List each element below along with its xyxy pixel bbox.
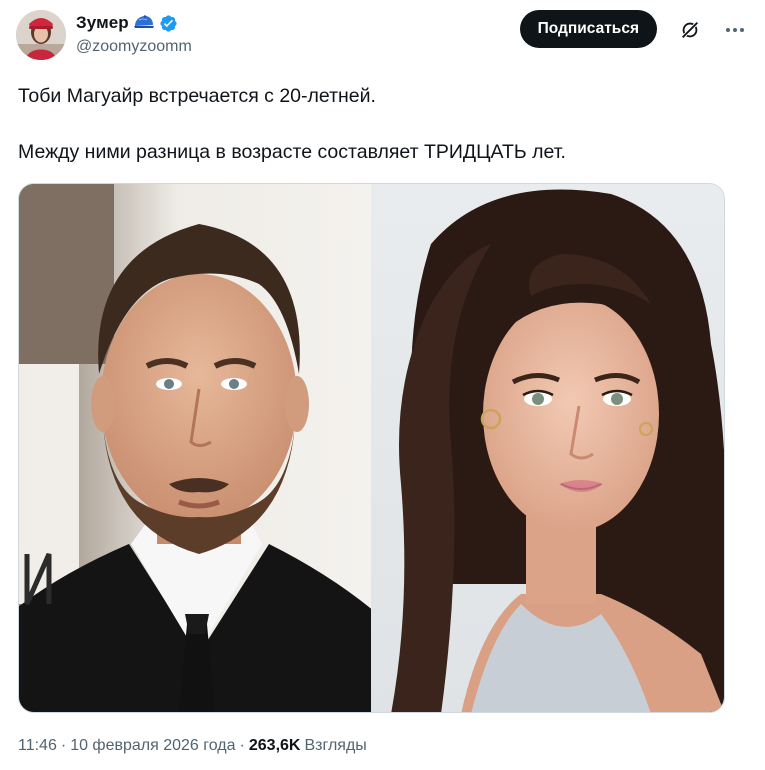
tweet-text: Тоби Магуайр встречается с 20-летней. Ме…	[18, 82, 738, 166]
tweet-date[interactable]: 10 февраля 2026 года	[70, 737, 235, 755]
name-row: Зумер	[76, 12, 192, 34]
author-names: Зумер @zoomyzoomm	[76, 12, 192, 56]
author-handle[interactable]: @zoomyzoomm	[76, 38, 192, 56]
tweet-meta: 11:46 · 10 февраля 2026 года · 263,6K Вз…	[18, 737, 367, 755]
tweet-time[interactable]: 11:46	[18, 737, 57, 755]
display-name[interactable]: Зумер	[76, 13, 129, 33]
avatar[interactable]	[16, 10, 66, 60]
meta-separator: ·	[60, 737, 67, 754]
woman-portrait-photo[interactable]	[371, 184, 724, 712]
man-portrait-photo[interactable]	[19, 184, 371, 712]
meta-separator: ·	[239, 737, 245, 754]
tweet-header: Зумер @zoomyzoomm Подписаться	[16, 10, 749, 62]
avatar-image	[16, 10, 66, 60]
follow-button[interactable]: Подписаться	[519, 10, 657, 48]
tweet-text-line-1: Тоби Магуайр встречается с 20-летней.	[18, 85, 376, 107]
views-label: Взгляды	[304, 737, 367, 754]
tweet-media[interactable]	[18, 183, 725, 713]
grok-icon[interactable]	[679, 19, 701, 41]
cap-emoji-icon	[133, 15, 155, 31]
views-count: 263,6K	[248, 737, 301, 754]
verified-badge-icon[interactable]	[159, 14, 178, 33]
tweet-text-line-2: Между ними разница в возрасте составляет…	[18, 141, 566, 163]
more-options-icon[interactable]	[723, 19, 747, 41]
